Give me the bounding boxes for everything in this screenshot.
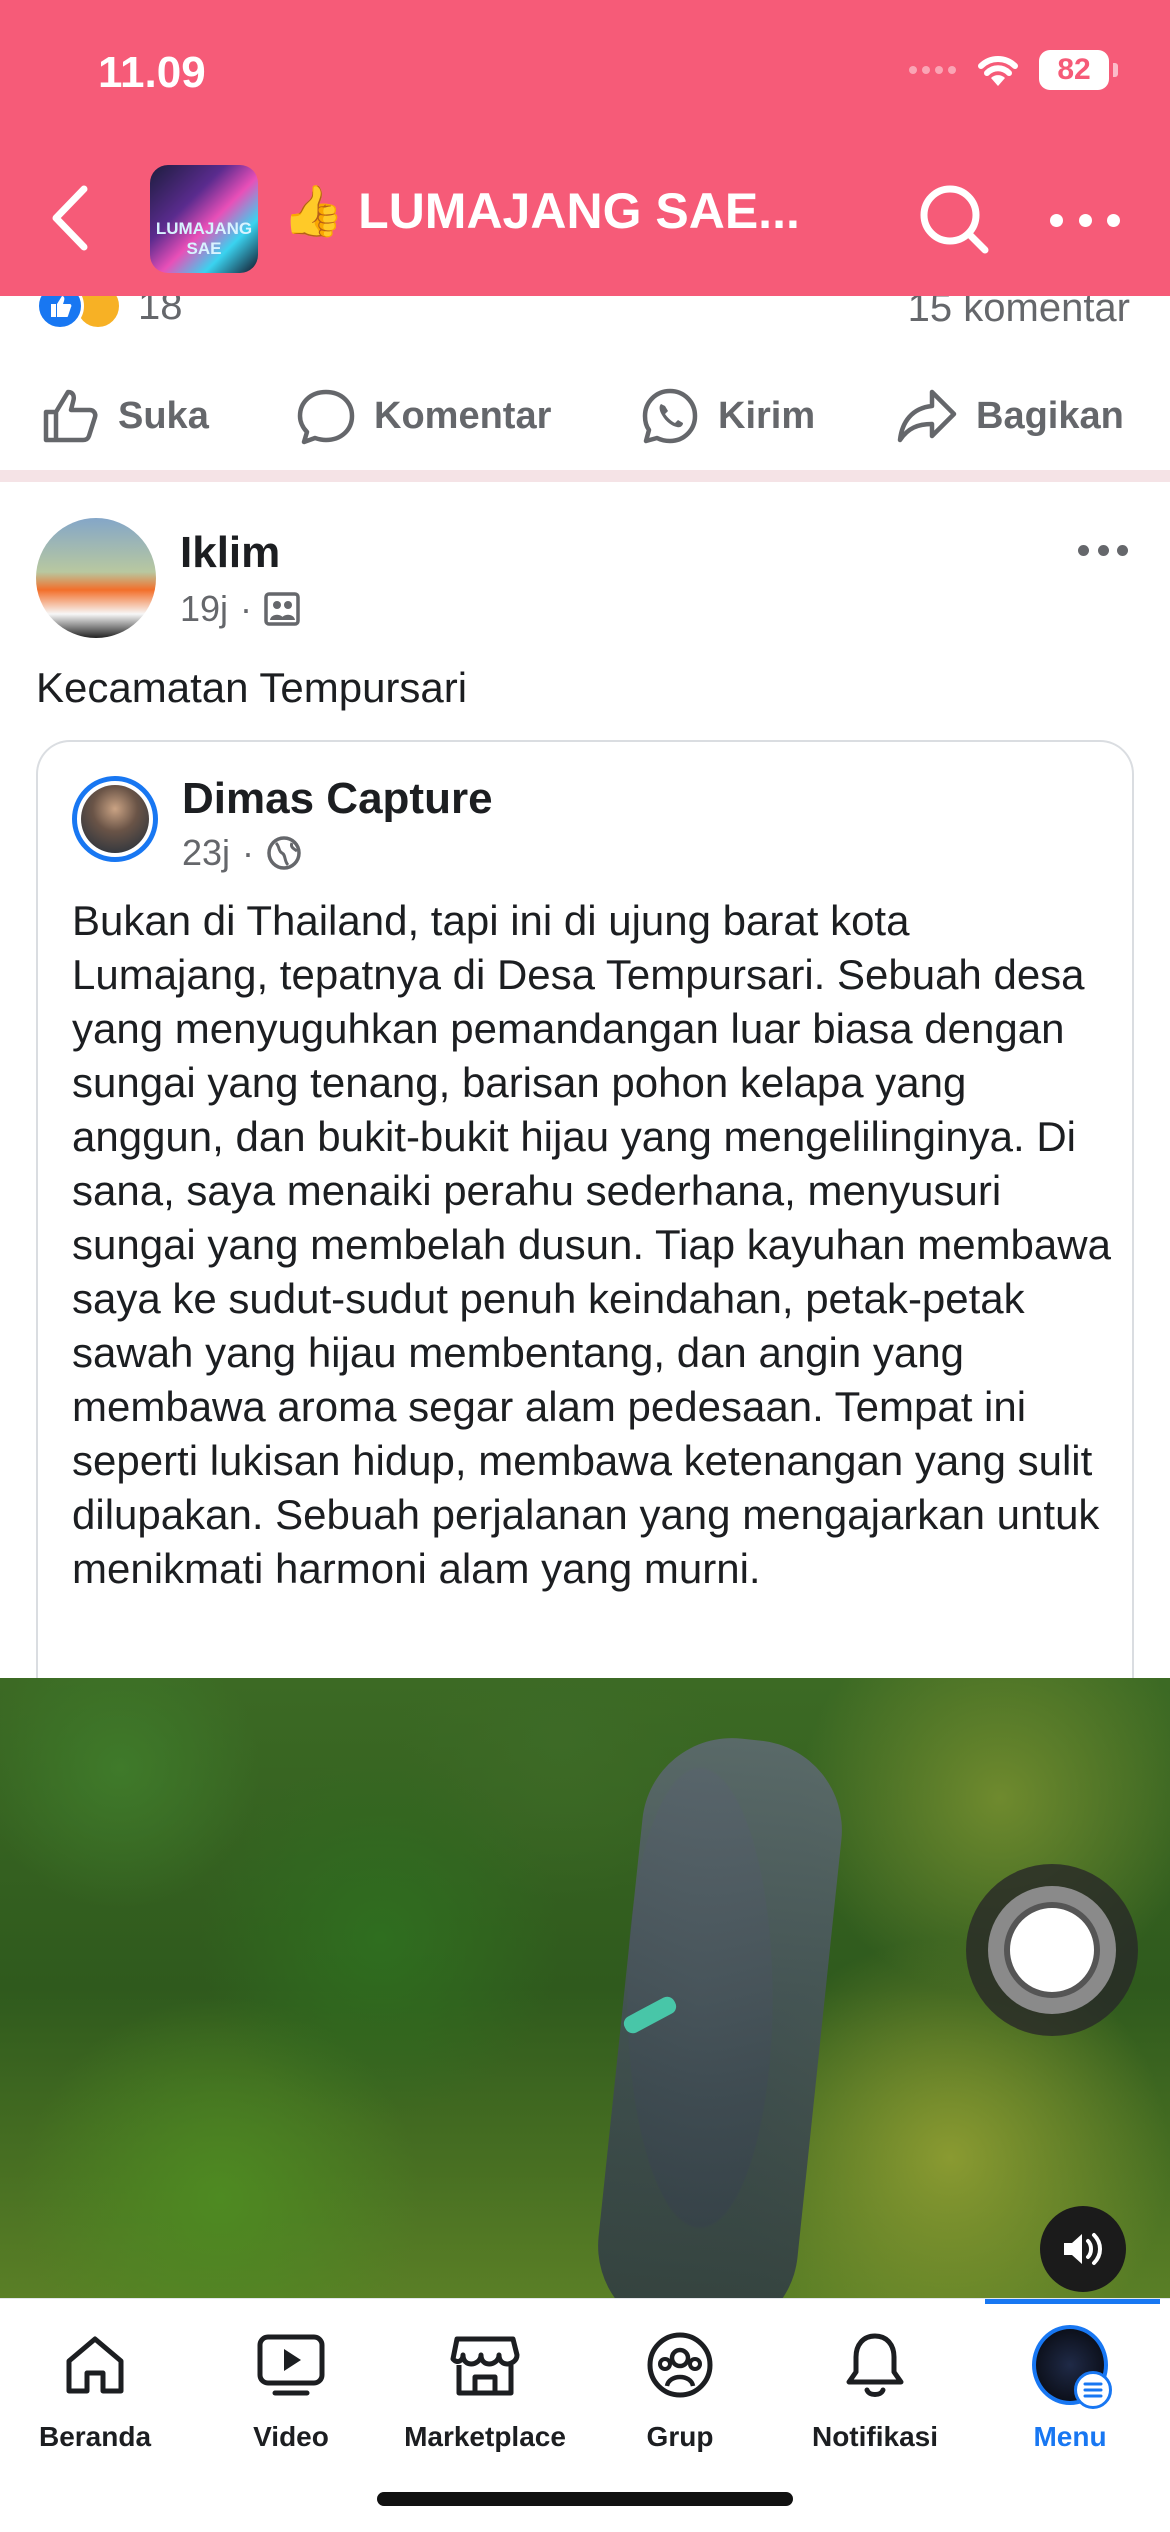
shared-post-body: Bukan di Thailand, tapi ini di ujung bar… bbox=[72, 897, 1111, 1592]
post-more-icon[interactable] bbox=[1078, 538, 1128, 562]
share-button[interactable]: Bagikan bbox=[896, 370, 1124, 462]
post-action-bar: Suka Komentar Kirim Bagikan bbox=[0, 370, 1170, 462]
post-time[interactable]: 19j bbox=[180, 588, 228, 630]
groups-icon bbox=[647, 2332, 713, 2398]
author-avatar[interactable] bbox=[36, 518, 156, 638]
back-button[interactable] bbox=[40, 178, 100, 258]
chevron-left-icon bbox=[52, 185, 88, 251]
battery-icon: 82 bbox=[1039, 50, 1109, 90]
send-label: Kirim bbox=[718, 394, 816, 437]
share-label: Bagikan bbox=[976, 394, 1124, 437]
meta-separator: · bbox=[240, 588, 253, 629]
nav-video-label: Video bbox=[253, 2421, 329, 2452]
home-indicator[interactable] bbox=[377, 2492, 793, 2506]
capture-button[interactable] bbox=[966, 1864, 1138, 2036]
nav-notifications[interactable]: Notifikasi bbox=[780, 2327, 970, 2477]
post-text: Kecamatan Tempursari bbox=[36, 664, 468, 711]
globe-icon bbox=[267, 836, 301, 870]
share-icon bbox=[897, 389, 957, 443]
status-time: 11.09 bbox=[98, 48, 206, 97]
search-button[interactable] bbox=[915, 180, 993, 258]
feed-divider bbox=[0, 470, 1170, 482]
menu-avatar bbox=[1032, 2325, 1112, 2409]
post-meta: 19j · bbox=[180, 588, 300, 630]
volume-button[interactable] bbox=[1040, 2206, 1126, 2292]
shared-author-avatar[interactable] bbox=[72, 776, 158, 862]
nav-home-label: Beranda bbox=[38, 2421, 152, 2452]
more-options-icon[interactable] bbox=[1050, 200, 1120, 240]
meta-separator: · bbox=[242, 832, 255, 873]
status-indicators: 82 bbox=[909, 50, 1118, 90]
post-author[interactable]: Iklim bbox=[180, 528, 280, 578]
nav-menu-label: Menu bbox=[1033, 2421, 1107, 2452]
marketplace-icon bbox=[450, 2336, 520, 2396]
app-header: 11.09 82 LUMAJANG SAE 👍 LUMAJANG SAE... bbox=[0, 0, 1170, 296]
menu-lines-icon bbox=[1074, 2371, 1112, 2409]
home-icon bbox=[66, 2336, 124, 2394]
comment-button[interactable]: Komentar bbox=[296, 370, 551, 462]
bell-icon bbox=[846, 2333, 904, 2397]
thumbs-up-icon bbox=[43, 389, 98, 443]
signal-icon bbox=[909, 65, 957, 75]
whatsapp-icon bbox=[642, 388, 698, 444]
shared-author[interactable]: Dimas Capture bbox=[182, 774, 493, 824]
group-title[interactable]: 👍 LUMAJANG SAE... bbox=[282, 182, 802, 241]
nav-video[interactable]: Video bbox=[196, 2327, 386, 2477]
active-tab-indicator bbox=[985, 2299, 1160, 2304]
video-icon bbox=[257, 2334, 325, 2396]
group-thumbnail[interactable]: LUMAJANG SAE bbox=[150, 165, 258, 273]
shared-time[interactable]: 23j bbox=[182, 832, 230, 874]
like-label: Suka bbox=[118, 394, 209, 437]
shared-post-card[interactable]: Dimas Capture 23j · Bukan di Thailand, t… bbox=[36, 740, 1134, 1680]
wifi-icon bbox=[978, 55, 1018, 86]
volume-icon bbox=[1064, 2233, 1102, 2265]
nav-home[interactable]: Beranda bbox=[0, 2327, 190, 2477]
like-button[interactable]: Suka bbox=[40, 370, 209, 462]
video-river bbox=[589, 1729, 851, 2298]
send-button[interactable]: Kirim bbox=[640, 370, 815, 462]
battery-tip bbox=[1113, 63, 1118, 77]
post-video[interactable] bbox=[0, 1678, 1170, 2298]
group-thumbnail-text: LUMAJANG SAE bbox=[155, 219, 253, 258]
nav-groups[interactable]: Grup bbox=[585, 2327, 775, 2477]
nav-notifications-label: Notifikasi bbox=[811, 2421, 939, 2452]
nav-menu[interactable]: Menu bbox=[975, 2325, 1165, 2477]
group-audience-icon bbox=[264, 592, 300, 626]
nav-marketplace[interactable]: Marketplace bbox=[390, 2327, 580, 2477]
nav-marketplace-label: Marketplace bbox=[404, 2421, 566, 2452]
shared-meta: 23j · bbox=[182, 832, 302, 874]
comment-label: Komentar bbox=[374, 394, 552, 437]
nav-groups-label: Grup bbox=[646, 2421, 714, 2452]
search-icon bbox=[920, 185, 989, 254]
comment-icon bbox=[297, 389, 355, 445]
